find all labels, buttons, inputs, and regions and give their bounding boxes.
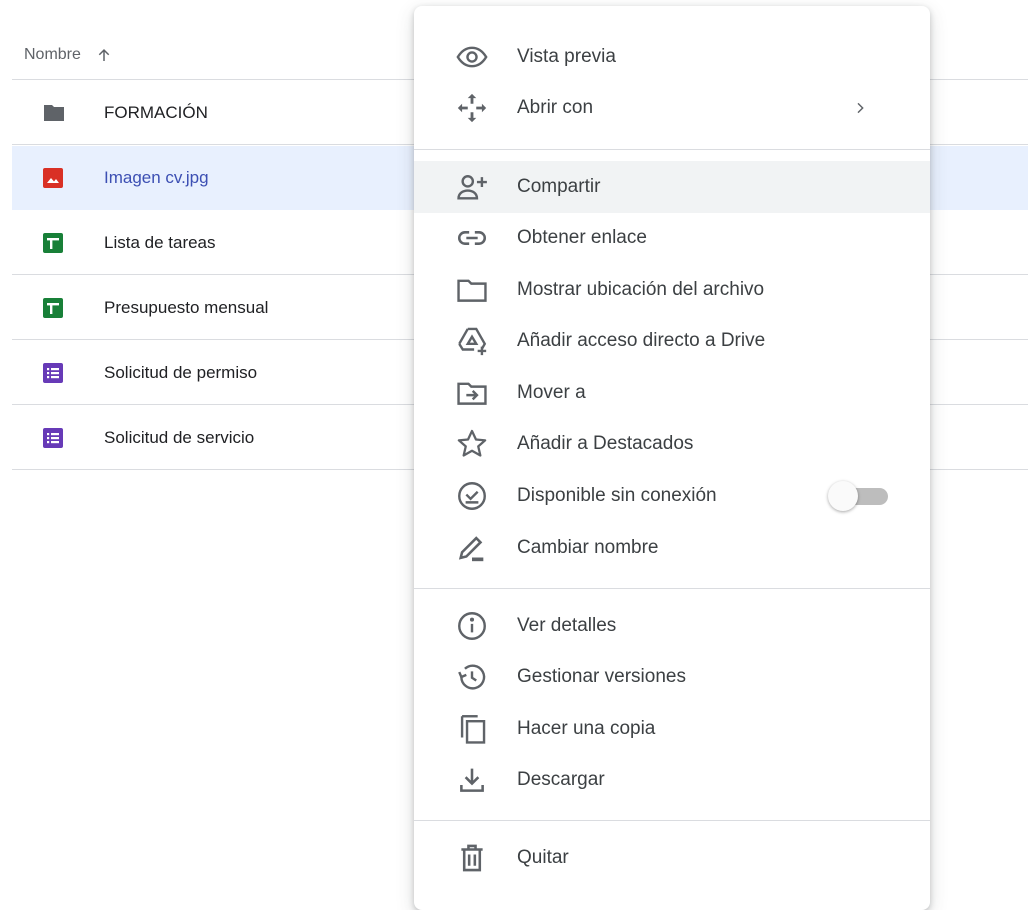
file-name: Imagen cv.jpg xyxy=(104,167,209,187)
file-name: Solicitud de permiso xyxy=(104,362,258,382)
file-name: Presupuesto mensual xyxy=(104,297,269,317)
sheets-icon xyxy=(42,232,64,254)
menu-divider xyxy=(414,588,930,589)
column-name-header[interactable]: Nombre xyxy=(24,46,81,64)
folder-icon xyxy=(42,103,66,123)
menu-item-add-shortcut[interactable]: Añadir acceso directo a Drive xyxy=(414,315,930,367)
star-icon xyxy=(452,424,492,464)
menu-item-get-link[interactable]: Obtener enlace xyxy=(414,212,930,264)
menu-item-label: Ver detalles xyxy=(517,615,617,636)
menu-divider xyxy=(414,149,930,150)
info-icon xyxy=(452,606,492,646)
history-icon xyxy=(452,657,492,697)
file-name: Lista de tareas xyxy=(104,232,216,252)
menu-item-remove[interactable]: Quitar xyxy=(414,832,930,884)
menu-item-move-to[interactable]: Mover a xyxy=(414,367,930,419)
open-with-icon xyxy=(452,88,492,128)
menu-item-label: Añadir a Destacados xyxy=(517,433,694,454)
menu-item-versions[interactable]: Gestionar versiones xyxy=(414,651,930,703)
move-to-folder-icon xyxy=(452,373,492,413)
menu-item-rename[interactable]: Cambiar nombre xyxy=(414,522,930,574)
menu-item-label: Disponible sin conexión xyxy=(517,485,717,506)
link-icon xyxy=(452,218,492,258)
menu-item-label: Compartir xyxy=(517,176,601,197)
menu-item-label: Gestionar versiones xyxy=(517,666,686,687)
menu-item-label: Quitar xyxy=(517,847,569,868)
toggle-thumb xyxy=(828,481,858,511)
menu-item-label: Mover a xyxy=(517,382,586,403)
menu-item-open-with[interactable]: Abrir con xyxy=(414,82,930,134)
offline-check-icon xyxy=(452,476,492,516)
menu-item-preview[interactable]: Vista previa xyxy=(414,31,930,83)
menu-item-share[interactable]: Compartir xyxy=(414,161,930,213)
menu-item-label: Cambiar nombre xyxy=(517,537,659,558)
menu-item-label: Mostrar ubicación del archivo xyxy=(517,279,765,300)
menu-item-label: Obtener enlace xyxy=(517,227,647,248)
menu-item-download[interactable]: Descargar xyxy=(414,754,930,806)
download-icon xyxy=(452,760,492,800)
drive-shortcut-icon xyxy=(452,321,492,361)
menu-item-label: Vista previa xyxy=(517,46,616,67)
forms-icon xyxy=(42,362,64,384)
forms-icon xyxy=(42,427,64,449)
context-menu: Vista previa Abrir con Compartir Obtener… xyxy=(414,6,930,910)
trash-icon xyxy=(452,838,492,878)
menu-divider xyxy=(414,820,930,821)
pencil-icon xyxy=(452,528,492,568)
menu-item-label: Abrir con xyxy=(517,97,594,118)
menu-item-label: Descargar xyxy=(517,769,605,790)
menu-item-view-details[interactable]: Ver detalles xyxy=(414,600,930,652)
menu-item-label: Hacer una copia xyxy=(517,718,656,739)
eye-icon xyxy=(452,37,492,77)
copy-icon xyxy=(452,709,492,749)
file-name: FORMACIÓN xyxy=(104,102,208,122)
sort-arrow-up-icon[interactable] xyxy=(95,46,113,64)
sheets-icon xyxy=(42,297,64,319)
menu-item-offline[interactable]: Disponible sin conexión xyxy=(414,470,930,522)
menu-item-make-copy[interactable]: Hacer una copia xyxy=(414,703,930,755)
add-person-icon xyxy=(452,167,492,207)
image-file-icon xyxy=(42,167,64,189)
file-name: Solicitud de servicio xyxy=(104,427,255,447)
offline-toggle-switch[interactable] xyxy=(828,480,890,512)
folder-outline-icon xyxy=(452,270,492,310)
menu-item-show-location[interactable]: Mostrar ubicación del archivo xyxy=(414,264,930,316)
menu-item-label: Añadir acceso directo a Drive xyxy=(517,330,766,351)
menu-item-add-starred[interactable]: Añadir a Destacados xyxy=(414,418,930,470)
chevron-right-icon xyxy=(852,100,868,116)
